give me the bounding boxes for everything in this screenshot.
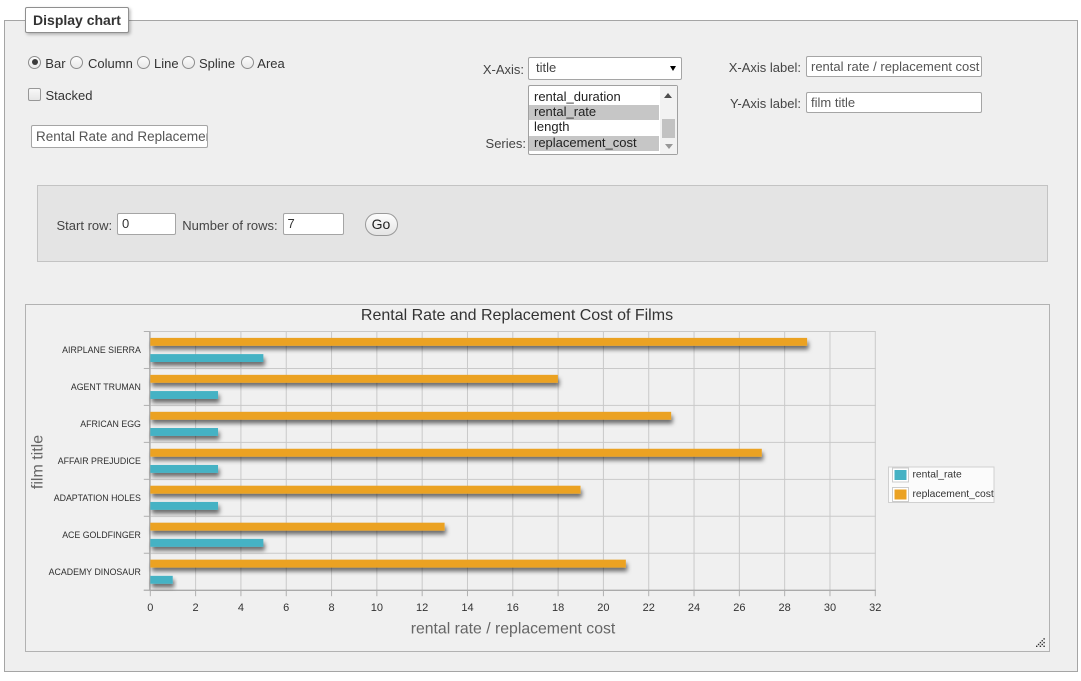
svg-text:replacement_cost: replacement_cost — [913, 489, 994, 500]
svg-text:26: 26 — [733, 602, 745, 614]
svg-text:ACADEMY DINOSAUR: ACADEMY DINOSAUR — [49, 567, 141, 577]
svg-text:Rental Rate and Replacement Co: Rental Rate and Replacement Cost of Film… — [361, 307, 673, 324]
svg-text:16: 16 — [507, 602, 519, 614]
svg-text:30: 30 — [824, 602, 836, 614]
svg-text:14: 14 — [461, 602, 473, 614]
svg-text:18: 18 — [552, 602, 564, 614]
svg-text:6: 6 — [283, 602, 289, 614]
svg-text:12: 12 — [416, 602, 428, 614]
svg-text:AIRPLANE SIERRA: AIRPLANE SIERRA — [62, 345, 141, 355]
svg-text:24: 24 — [688, 602, 700, 614]
svg-text:32: 32 — [869, 602, 881, 614]
svg-text:film title: film title — [30, 435, 47, 489]
svg-text:AGENT TRUMAN: AGENT TRUMAN — [71, 382, 141, 392]
svg-text:rental rate / replacement cost: rental rate / replacement cost — [411, 621, 616, 638]
svg-text:8: 8 — [328, 602, 334, 614]
svg-text:rental_rate: rental_rate — [913, 470, 963, 481]
svg-text:0: 0 — [147, 602, 153, 614]
svg-text:AFRICAN EGG: AFRICAN EGG — [80, 419, 141, 429]
svg-text:10: 10 — [371, 602, 383, 614]
svg-text:28: 28 — [779, 602, 791, 614]
svg-text:20: 20 — [597, 602, 609, 614]
svg-text:ADAPTATION HOLES: ADAPTATION HOLES — [54, 493, 141, 503]
svg-text:22: 22 — [643, 602, 655, 614]
svg-text:2: 2 — [193, 602, 199, 614]
svg-text:ACE GOLDFINGER: ACE GOLDFINGER — [62, 530, 141, 540]
svg-text:4: 4 — [238, 602, 244, 614]
svg-text:AFFAIR PREJUDICE: AFFAIR PREJUDICE — [58, 456, 141, 466]
